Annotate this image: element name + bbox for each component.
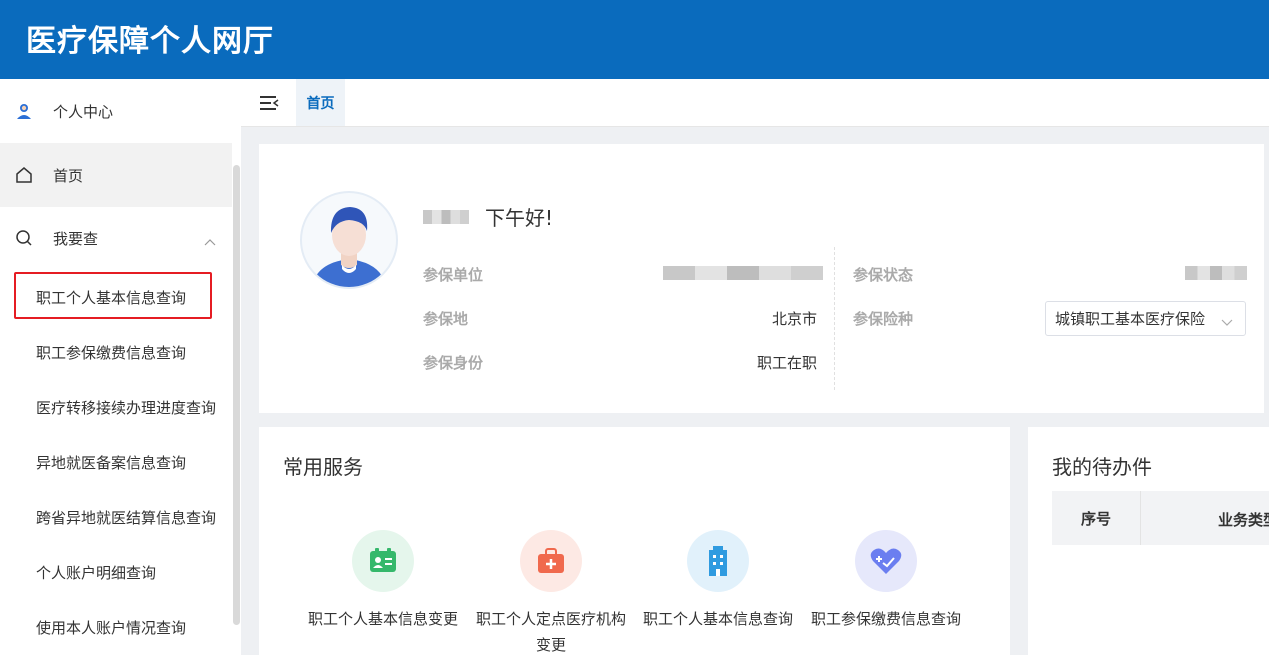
heart-plus-icon <box>855 530 917 592</box>
service-designated-hospital-change[interactable]: 职工个人定点医疗机构变更 <box>471 530 631 655</box>
column-header-index: 序号 <box>1052 491 1141 545</box>
sidebar-scrollbar[interactable] <box>233 165 240 625</box>
sidebar: 个人中心 首页 我要查 职工个人基本信息查询 职工参保缴费信息查询 医疗转移接续… <box>0 79 241 655</box>
chevron-up-icon <box>204 232 216 250</box>
avatar <box>300 191 398 289</box>
sidebar-group-query[interactable]: 我要查 <box>0 207 232 269</box>
field-label-identity: 参保身份 <box>423 354 484 372</box>
sidebar-item-home[interactable]: 首页 <box>0 143 232 207</box>
service-label: 职工个人基本信息变更 <box>307 610 458 628</box>
services-card: 常用服务 职工个人基本信息变更 职工个人定点医疗机构变更 职工个人基本信息查询 … <box>259 427 1010 655</box>
sidebar-subitem-remote-filing[interactable]: 异地就医备案信息查询 <box>0 452 232 473</box>
service-basic-info-change[interactable]: 职工个人基本信息变更 <box>303 530 463 632</box>
greeting-text: 下午好! <box>485 206 554 230</box>
sidebar-group-label: 我要查 <box>53 229 99 248</box>
medkit-icon <box>520 530 582 592</box>
service-label: 职工个人基本信息查询 <box>642 610 793 628</box>
sidebar-subitem-transfer-progress[interactable]: 医疗转移接续办理进度查询 <box>0 397 232 418</box>
services-title: 常用服务 <box>283 455 363 479</box>
sidebar-item-label: 首页 <box>53 166 84 185</box>
user-avatar-icon <box>14 101 34 121</box>
menu-collapse-icon[interactable] <box>259 94 279 112</box>
sidebar-subitem-cross-province-settlement[interactable]: 跨省异地就医结算信息查询 <box>0 507 232 528</box>
field-label-insurance-type: 参保险种 <box>853 310 914 328</box>
sidebar-item-label: 个人中心 <box>53 102 114 121</box>
todo-title: 我的待办件 <box>1052 455 1152 479</box>
app-title: 医疗保障个人网厅 <box>26 24 274 59</box>
redacted-unit-value <box>663 266 823 280</box>
top-bar: 医疗保障个人网厅 <box>0 0 1269 79</box>
column-header-type: 业务类型 <box>1218 511 1269 529</box>
greeting-row: 下午好! <box>423 202 553 231</box>
redacted-name <box>423 209 469 224</box>
todo-card: 我的待办件 序号 业务类型 <box>1028 427 1269 655</box>
tab-home[interactable]: 首页 <box>296 79 345 126</box>
field-value-place: 北京市 <box>771 310 817 328</box>
todo-table-header: 序号 业务类型 <box>1052 491 1269 545</box>
insurance-type-value: 城镇职工基本医疗保险 <box>1055 310 1206 328</box>
home-icon <box>14 165 34 185</box>
insurance-type-select[interactable]: 城镇职工基本医疗保险 <box>1045 301 1246 336</box>
sidebar-subitem-account-usage[interactable]: 使用本人账户情况查询 <box>0 617 232 638</box>
tab-bar: 首页 <box>241 79 1269 127</box>
search-icon <box>14 228 34 248</box>
highlight-box <box>14 272 212 319</box>
profile-card: 下午好! 参保单位 参保地 北京市 参保身份 职工在职 参保状态 参保险种 城镇… <box>259 144 1264 413</box>
id-card-icon <box>352 530 414 592</box>
sidebar-item-personal-center[interactable]: 个人中心 <box>0 79 232 143</box>
sidebar-subitem-account-detail[interactable]: 个人账户明细查询 <box>0 562 232 583</box>
service-payment-info-query[interactable]: 职工参保缴费信息查询 <box>806 530 966 632</box>
service-basic-info-query[interactable]: 职工个人基本信息查询 <box>638 530 798 632</box>
redacted-status-value <box>1185 266 1247 280</box>
service-label: 职工参保缴费信息查询 <box>810 610 961 628</box>
field-label-status: 参保状态 <box>853 266 914 284</box>
building-icon <box>687 530 749 592</box>
field-label-unit: 参保单位 <box>423 266 484 284</box>
field-value-identity: 职工在职 <box>756 354 817 372</box>
field-label-place: 参保地 <box>423 310 469 328</box>
service-label: 职工个人定点医疗机构变更 <box>475 610 626 654</box>
divider <box>834 247 835 390</box>
chevron-down-icon <box>1221 313 1233 331</box>
sidebar-subitem-payment-info[interactable]: 职工参保缴费信息查询 <box>0 342 232 363</box>
